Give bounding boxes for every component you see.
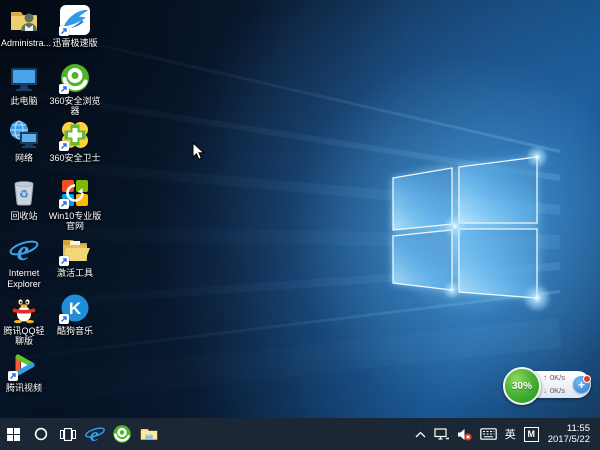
activation-folder-icon [59,234,91,266]
search-button[interactable] [27,418,54,450]
ime-mode-icon: M [524,427,539,442]
icon-label: 腾讯视频 [6,383,42,394]
taskbar-360-browser-button[interactable] [108,418,135,450]
desktop-icon-this-pc[interactable]: 此电脑 [1,62,47,120]
tray-touch-keyboard[interactable] [476,418,501,450]
icon-label: Administra... [1,38,47,49]
network-status-icon [434,428,449,441]
tray-ime-indicator[interactable]: M [520,418,543,450]
shortcut-arrow-overlay [59,256,69,266]
memory-percent: 30% [512,381,532,392]
file-explorer-icon [139,424,159,444]
icon-column-1: Administra... 此电脑 [1,4,47,407]
icon-label: 360安全浏览器 [47,96,103,117]
windows-desktop: Administra... 此电脑 [0,0,600,450]
taskbar-buttons: e [0,418,162,450]
system-tray: 英 M 11:55 2017/5/22 [411,418,600,450]
desktop-icon-network[interactable]: 网络 [1,119,47,177]
shortcut-arrow-overlay [59,84,69,94]
search-circle-icon [34,427,48,441]
360-accelerator-ball-widget[interactable]: ↑ 0K/s ↓ 0K/s 30% + [503,367,593,405]
icon-label: 酷狗音乐 [57,326,93,337]
kugou-music-icon: K [59,292,91,324]
recycle-bin-icon: ♻ [8,177,40,209]
file-explorer-button[interactable] [135,418,162,450]
shortcut-arrow-overlay [59,26,69,36]
icon-label: 网络 [15,153,33,164]
icon-label: 腾讯QQ轻聊版 [1,326,47,347]
memory-usage-ball[interactable]: 30% [503,367,541,405]
win10-logo-icon [59,177,91,209]
shortcut-arrow-overlay [8,371,18,381]
icon-label: Internet Explorer [1,268,47,289]
administrator-folder-icon [8,4,40,36]
360-guard-icon [59,119,91,151]
accelerate-plus-button[interactable]: + [573,376,590,393]
desktop-icon-grid: Administra... 此电脑 [1,4,103,407]
clock-time: 11:55 [567,423,590,435]
network-icon [8,119,40,151]
desktop-icon-administrator[interactable]: Administra... [1,4,47,62]
desktop-icon-360-guard[interactable]: 360安全卫士 [47,119,103,177]
task-view-button[interactable] [54,418,81,450]
taskbar-ie-button[interactable]: e [81,418,108,450]
icon-label: 激活工具 [57,268,93,279]
windows-start-icon [7,428,20,441]
chevron-up-icon [415,431,426,438]
internet-explorer-icon: e [8,234,40,266]
icon-label: 回收站 [10,211,37,222]
task-view-icon [60,428,76,441]
windows-logo-wallpaper [380,140,560,320]
desktop-icon-activation-tool[interactable]: 激活工具 [47,234,103,292]
tencent-video-icon [8,349,40,381]
desktop-icon-360-browser[interactable]: 360安全浏览器 [47,62,103,120]
desktop-icon-thunder[interactable]: 迅雷极速版 [47,4,103,62]
icon-label: 此电脑 [10,96,37,107]
shortcut-arrow-overlay [59,199,69,209]
icon-column-2: 迅雷极速版 360安全浏览器 [47,4,103,407]
icon-label: 迅雷极速版 [52,38,97,49]
shortcut-arrow-overlay [59,314,69,324]
download-speed-value: 0K/s [550,387,565,395]
svg-text:e: e [17,236,29,266]
desktop-icon-kugou[interactable]: K 酷狗音乐 [47,292,103,350]
360-browser-icon [59,62,91,94]
svg-text:♻: ♻ [19,188,29,201]
qq-penguin-icon [8,292,40,324]
upload-speed-value: 0K/s [550,374,565,382]
thunder-bird-icon [59,4,91,36]
tray-language-indicator[interactable]: 英 [501,418,520,450]
internet-explorer-icon: e [84,423,106,445]
volume-muted-icon [457,428,472,441]
desktop-icon-qq[interactable]: 腾讯QQ轻聊版 [1,292,47,350]
clock-date: 2017/5/22 [548,434,590,446]
tray-network[interactable] [430,418,453,450]
this-pc-icon [8,62,40,94]
tray-volume-muted[interactable] [453,418,476,450]
360-browser-icon [112,424,132,444]
shortcut-arrow-overlay [59,141,69,151]
download-arrow-icon: ↓ [543,387,547,395]
icon-label: 360安全卫士 [49,153,100,164]
desktop-icon-recycle-bin[interactable]: ♻ 回收站 [1,177,47,235]
tray-chevron-up[interactable] [411,418,430,450]
tray-clock[interactable]: 11:55 2017/5/22 [543,418,596,450]
icon-label: Win10专业版官网 [47,211,103,232]
desktop-icon-internet-explorer[interactable]: e Internet Explorer [1,234,47,292]
start-button[interactable] [0,418,27,450]
svg-text:K: K [69,299,82,318]
touch-keyboard-icon [480,428,497,440]
notification-dot [583,375,591,383]
desktop-icon-win10-site[interactable]: Win10专业版官网 [47,177,103,235]
taskbar: e [0,418,600,450]
desktop-icon-tencent-video[interactable]: 腾讯视频 [1,349,47,407]
upload-arrow-icon: ↑ [543,374,547,382]
